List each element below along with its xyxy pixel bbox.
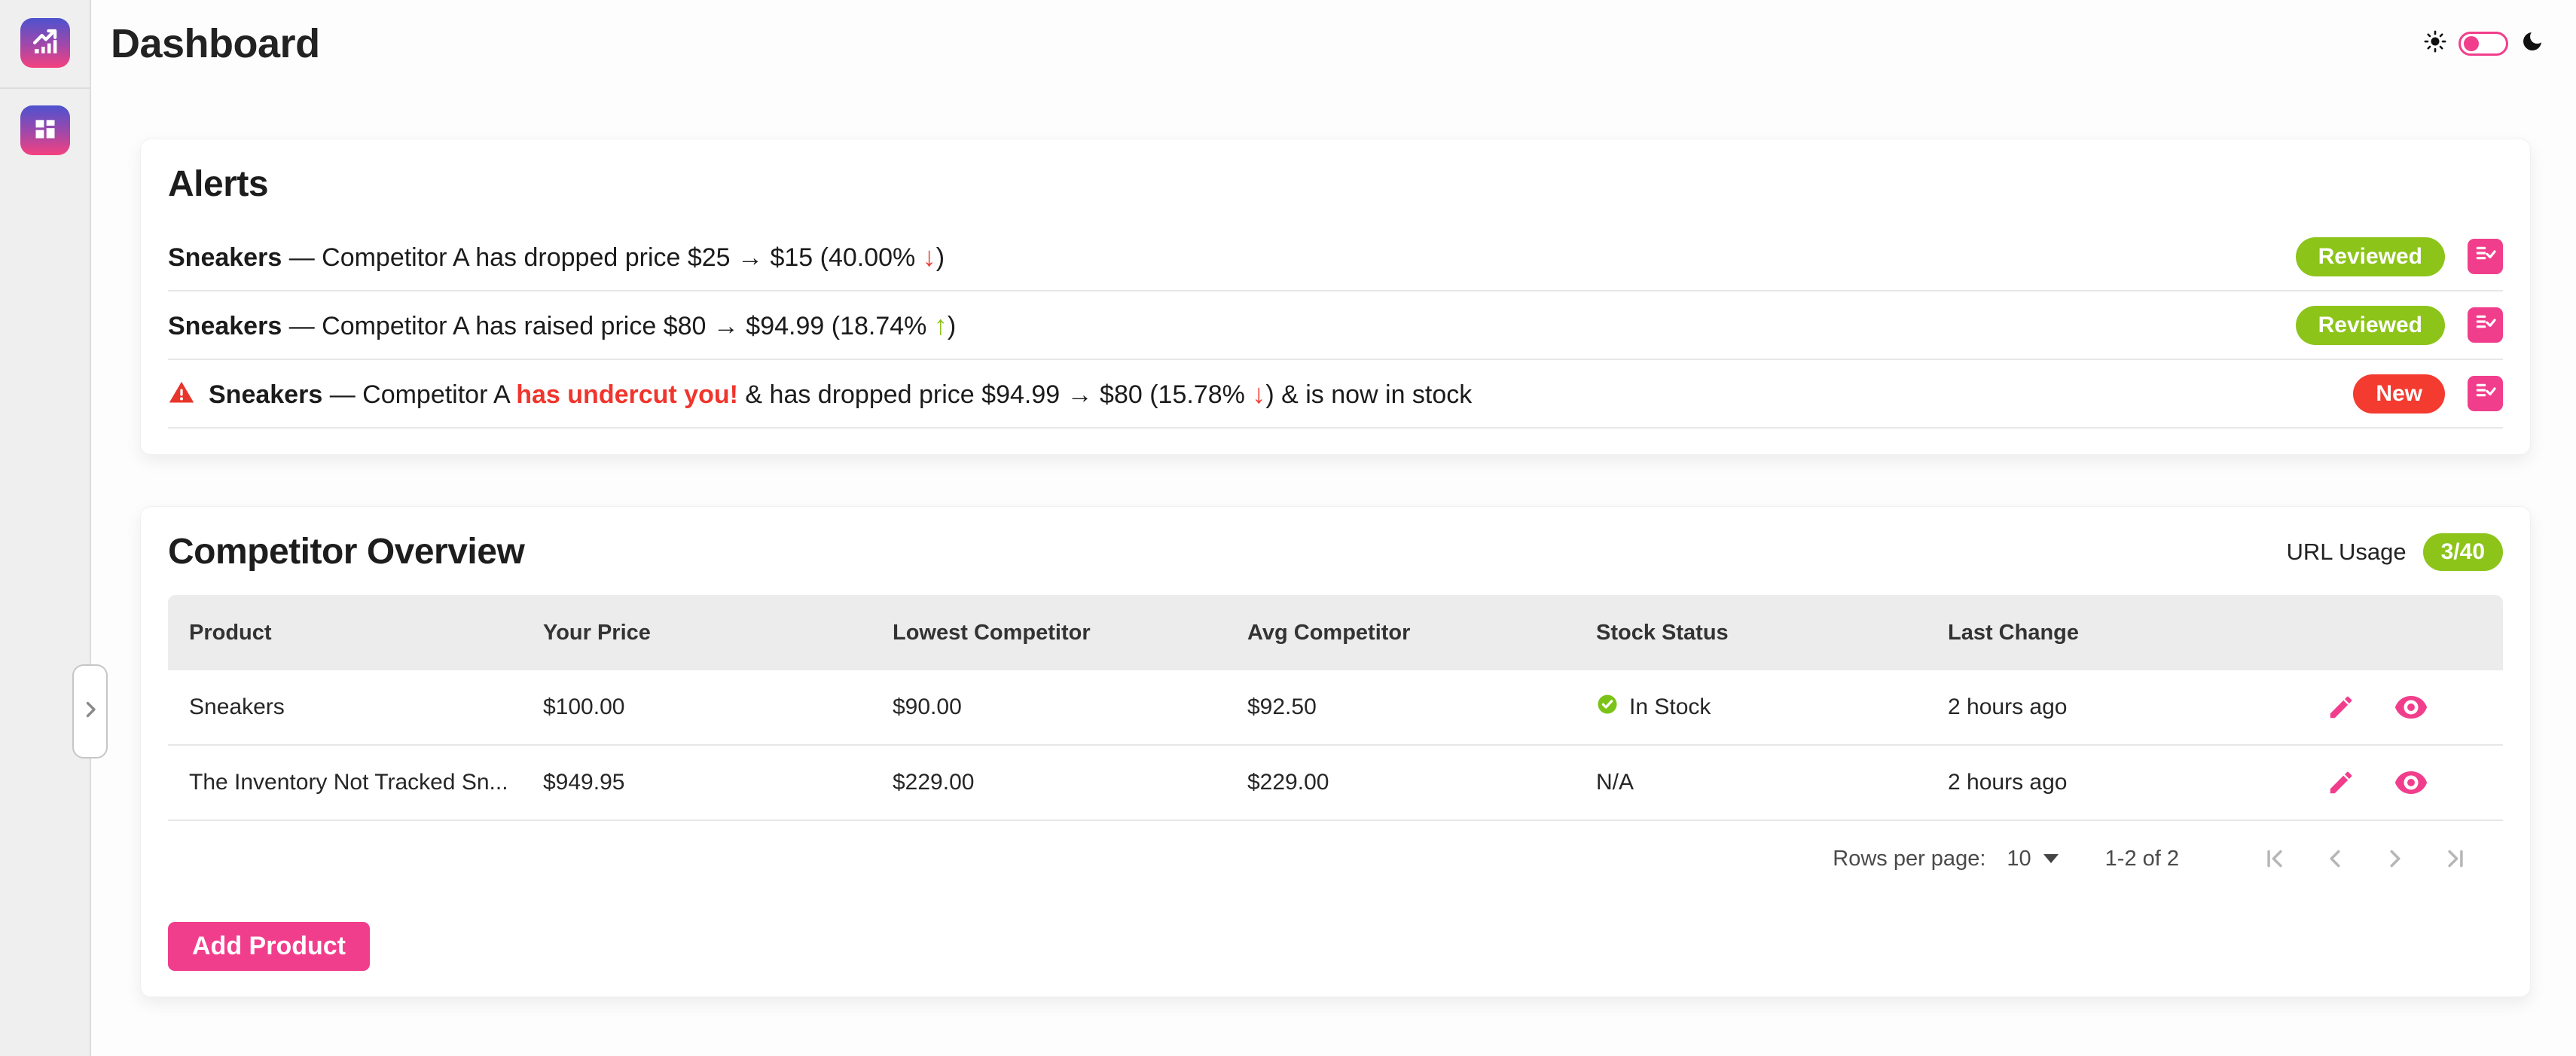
view-eye-icon[interactable] — [2394, 770, 2428, 795]
sidebar-nav-section — [0, 89, 90, 172]
warning-icon — [168, 379, 195, 406]
col-header-product: Product — [168, 621, 522, 646]
previous-page-button[interactable] — [2318, 841, 2352, 876]
cell-lowest-competitor: $90.00 — [871, 694, 1226, 720]
chevron-right-icon — [78, 697, 103, 726]
cell-last-change: 2 hours ago — [1927, 694, 2251, 720]
col-header-avg-competitor: Avg Competitor — [1226, 621, 1575, 646]
stock-status-text: In Stock — [1629, 694, 1711, 720]
last-page-button[interactable] — [2438, 841, 2473, 876]
edit-pencil-icon[interactable] — [2327, 768, 2355, 797]
alert-body-text: — Competitor A — [330, 380, 509, 409]
cell-your-price: $949.95 — [522, 770, 871, 795]
checklist-check-icon — [2474, 241, 2498, 272]
cell-avg-competitor: $229.00 — [1226, 770, 1575, 795]
alert-row: Sneakers — Competitor A has raised price… — [168, 291, 2503, 360]
alert-product: Sneakers — [209, 380, 322, 409]
mark-reviewed-button[interactable] — [2468, 307, 2503, 343]
col-header-lowest-competitor: Lowest Competitor — [871, 621, 1226, 646]
add-product-button[interactable]: Add Product — [168, 922, 370, 971]
alert-row: Sneakers — Competitor A has dropped pric… — [168, 223, 2503, 291]
url-usage-badge: 3/40 — [2423, 533, 2503, 571]
competitor-overview-card: Competitor Overview URL Usage 3/40 Produ… — [140, 506, 2531, 997]
pagination-range: 1-2 of 2 — [2105, 847, 2179, 871]
in-stock-check-icon — [1596, 693, 1619, 722]
sun-icon — [2424, 30, 2446, 56]
alerts-card: Alerts Sneakers — Competitor A has dropp… — [140, 139, 2531, 455]
alert-close-text: ) — [948, 312, 956, 340]
page-title: Dashboard — [111, 20, 320, 67]
alert-product: Sneakers — [168, 312, 282, 340]
table-row: The Inventory Not Tracked Sn... $949.95 … — [168, 746, 2503, 821]
app-logo[interactable] — [20, 18, 70, 68]
url-usage: URL Usage 3/40 — [2287, 533, 2503, 571]
rows-per-page-select[interactable]: 10 — [2007, 847, 2058, 871]
theme-toggle-knob — [2464, 36, 2479, 51]
alert-product: Sneakers — [168, 243, 282, 272]
chart-trending-up-icon — [29, 26, 61, 61]
status-badge: New — [2353, 374, 2445, 414]
sidebar — [0, 0, 91, 1056]
price-down-arrow: ↓ — [1252, 378, 1265, 409]
price-up-arrow: ↑ — [934, 310, 948, 340]
col-header-last-change: Last Change — [1927, 621, 2251, 646]
undercut-warning-text: has undercut you! — [516, 380, 738, 409]
theme-toggle[interactable] — [2458, 32, 2508, 56]
price-down-arrow: ↓ — [923, 241, 936, 272]
cell-product: The Inventory Not Tracked Sn... — [168, 770, 522, 795]
rows-per-page-label: Rows per page: — [1833, 847, 1985, 871]
checklist-check-icon — [2474, 378, 2498, 409]
caret-down-icon — [2043, 854, 2059, 863]
cell-your-price: $100.00 — [522, 694, 871, 720]
checklist-check-icon — [2474, 310, 2498, 340]
status-badge: Reviewed — [2296, 237, 2445, 276]
alert-close-text: ) — [936, 243, 945, 272]
page-header: Dashboard — [91, 0, 2576, 87]
moon-icon — [2520, 29, 2544, 57]
alert-message: Sneakers — Competitor A has raised price… — [168, 310, 2296, 341]
alert-body-text: & has dropped price $94.99 → $80 (15.78% — [745, 380, 1244, 409]
cell-avg-competitor: $92.50 — [1226, 694, 1575, 720]
table-pagination: Rows per page: 10 1-2 of 2 — [168, 821, 2503, 896]
sidebar-logo-section — [0, 0, 90, 89]
next-page-button[interactable] — [2378, 841, 2413, 876]
alert-message: Sneakers — Competitor A has undercut you… — [168, 378, 2353, 410]
cell-product: Sneakers — [168, 694, 522, 720]
table-header-row: Product Your Price Lowest Competitor Avg… — [168, 595, 2503, 670]
mark-reviewed-button[interactable] — [2468, 376, 2503, 411]
table-row: Sneakers $100.00 $90.00 $92.50 In Stock … — [168, 670, 2503, 746]
col-header-stock-status: Stock Status — [1575, 621, 1927, 646]
col-header-your-price: Your Price — [522, 621, 871, 646]
mark-reviewed-button[interactable] — [2468, 239, 2503, 274]
cell-last-change: 2 hours ago — [1927, 770, 2251, 795]
sidebar-expand-button[interactable] — [72, 664, 108, 758]
view-eye-icon[interactable] — [2394, 694, 2428, 720]
cell-actions — [2251, 693, 2503, 722]
alert-body-text: — Competitor A has dropped price $25 → $… — [289, 243, 916, 272]
theme-controls — [2424, 29, 2544, 57]
alerts-title: Alerts — [168, 163, 2503, 205]
rows-per-page-value: 10 — [2007, 847, 2031, 871]
alert-row: Sneakers — Competitor A has undercut you… — [168, 360, 2503, 429]
edit-pencil-icon[interactable] — [2327, 693, 2355, 722]
first-page-button[interactable] — [2257, 841, 2292, 876]
alert-close-text: ) & is now in stock — [1265, 380, 1472, 409]
competitor-table: Product Your Price Lowest Competitor Avg… — [168, 595, 2503, 896]
url-usage-label: URL Usage — [2287, 539, 2407, 566]
alerts-list: Sneakers — Competitor A has dropped pric… — [168, 223, 2503, 429]
overview-title: Competitor Overview — [168, 531, 524, 572]
cell-lowest-competitor: $229.00 — [871, 770, 1226, 795]
cell-actions — [2251, 768, 2503, 797]
status-badge: Reviewed — [2296, 306, 2445, 345]
cell-stock-status: In Stock — [1575, 693, 1927, 722]
dashboard-grid-icon — [30, 114, 60, 148]
cell-stock-status: N/A — [1575, 770, 1927, 795]
alert-message: Sneakers — Competitor A has dropped pric… — [168, 241, 2296, 273]
sidebar-item-dashboard[interactable] — [20, 105, 70, 155]
alert-body-text: — Competitor A has raised price $80 → $9… — [289, 312, 927, 340]
overview-header: Competitor Overview URL Usage 3/40 — [168, 531, 2503, 572]
